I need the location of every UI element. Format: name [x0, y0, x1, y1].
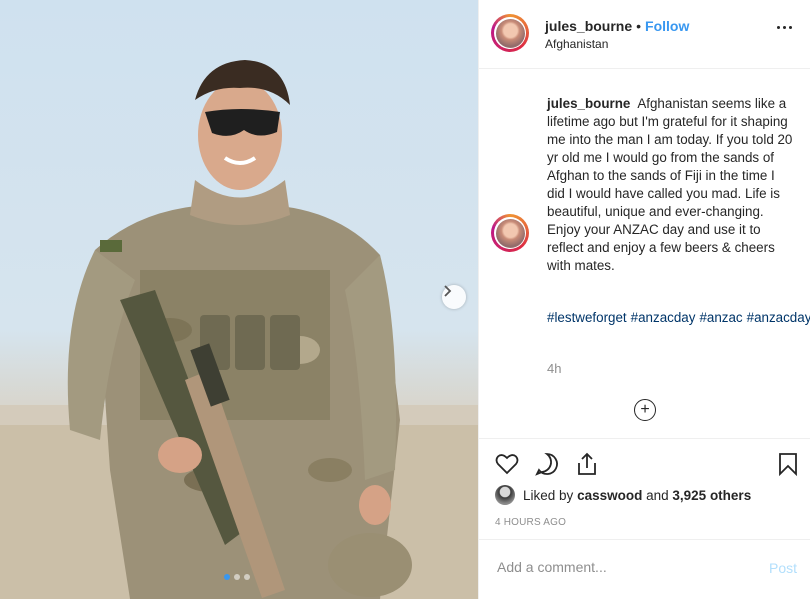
post-caption: jules_bourne Afghanistan seems like a li…: [547, 95, 795, 275]
hashtag-link[interactable]: #anzacday2019: [747, 310, 810, 325]
avatar[interactable]: [491, 14, 529, 52]
username-link[interactable]: jules_bourne: [545, 18, 632, 34]
next-slide-button[interactable]: [442, 285, 466, 309]
hashtag-list: #lestweforget #anzacday#anzac #anzacday201…: [547, 309, 810, 327]
caption-avatar[interactable]: [491, 214, 529, 252]
carousel-dot: [234, 574, 240, 580]
heart-icon[interactable]: [494, 451, 520, 477]
hashtag-link[interactable]: #anzacday: [631, 310, 696, 325]
caption-text: Afghanistan seems like a lifetime ago bu…: [547, 96, 793, 273]
separator-dot: •: [636, 18, 642, 34]
action-bar: [479, 438, 810, 491]
likes-count-link[interactable]: 3,925 others: [672, 488, 751, 503]
post-comment-button[interactable]: Post: [769, 560, 797, 576]
comment-timestamp: 4h: [547, 361, 562, 376]
liker-avatar[interactable]: [495, 485, 515, 505]
hashtag-link[interactable]: #lestweforget: [547, 310, 627, 325]
carousel-dot: [224, 574, 230, 580]
location-link[interactable]: Afghanistan: [545, 37, 608, 51]
more-options-icon[interactable]: [777, 26, 792, 29]
carousel-indicator: [224, 574, 250, 580]
comment-icon[interactable]: [534, 451, 560, 477]
hashtag-link[interactable]: #anzac: [699, 310, 742, 325]
chevron-right-icon: [444, 285, 452, 297]
likes-summary: Liked by casswood and 3,925 others: [495, 485, 751, 505]
user-line: jules_bourne • Follow: [545, 18, 689, 34]
soldier-photo-illustration: [0, 60, 478, 599]
post-photo[interactable]: [0, 0, 478, 599]
follow-button[interactable]: Follow: [645, 18, 689, 34]
post-header: jules_bourne • Follow Afghanistan: [479, 0, 810, 69]
bookmark-icon[interactable]: [775, 451, 801, 477]
post-details-panel: jules_bourne • Follow Afghanistan jules_bo…: [478, 0, 810, 599]
carousel-dot: [244, 574, 250, 580]
caption-username-link[interactable]: jules_bourne: [547, 96, 630, 111]
liker-username-link[interactable]: casswood: [577, 488, 642, 503]
comment-input[interactable]: [495, 558, 759, 576]
post-timestamp[interactable]: 4 HOURS AGO: [495, 517, 566, 528]
comments-area: jules_bourne Afghanistan seems like a li…: [479, 69, 810, 437]
plus-circle-icon[interactable]: +: [634, 399, 656, 421]
comment-form: Post: [479, 539, 810, 600]
share-icon[interactable]: [574, 451, 600, 477]
